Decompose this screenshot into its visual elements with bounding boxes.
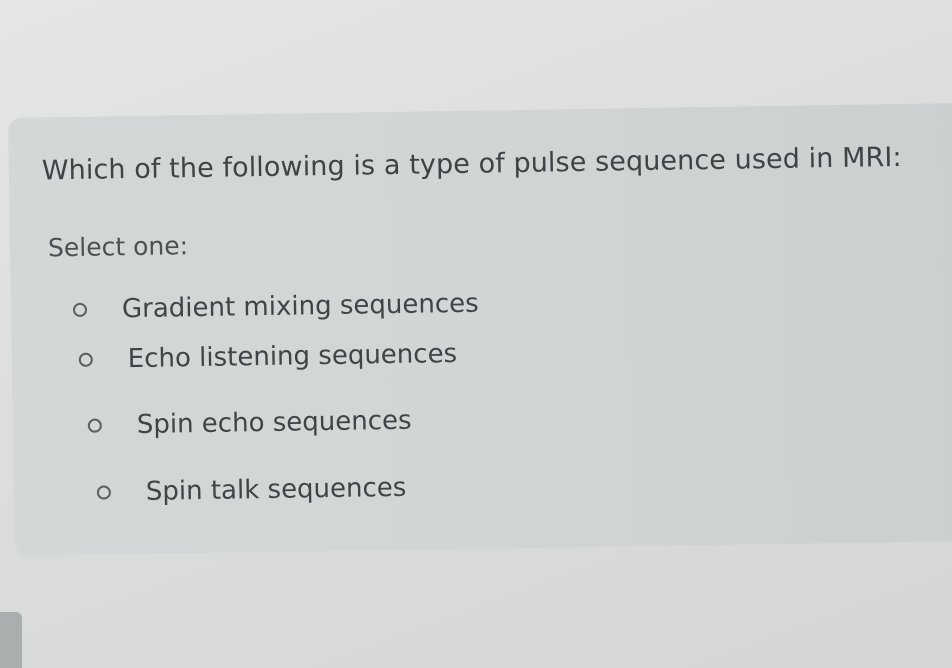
select-one-prompt: Select one: [47,231,189,263]
radio-button[interactable] [72,302,88,318]
option-label: Echo listening sequences [127,338,458,375]
option-label: Gradient mixing sequences [121,288,479,325]
question-card: Which of the following is a type of puls… [8,102,952,556]
option-label: Spin echo sequences [136,405,412,441]
answer-option-spin-echo[interactable]: Spin echo sequences [87,405,412,441]
answer-option-spin-talk[interactable]: Spin talk sequences [96,472,407,508]
option-label: Spin talk sequences [145,472,407,507]
radio-button[interactable] [78,352,93,367]
side-panel-tab[interactable] [0,612,22,668]
question-text: Which of the following is a type of puls… [41,141,902,187]
answer-option-gradient-mixing[interactable]: Gradient mixing sequences [72,288,479,325]
answer-option-echo-listening[interactable]: Echo listening sequences [78,338,458,375]
radio-button[interactable] [87,418,102,433]
radio-button[interactable] [96,485,112,500]
